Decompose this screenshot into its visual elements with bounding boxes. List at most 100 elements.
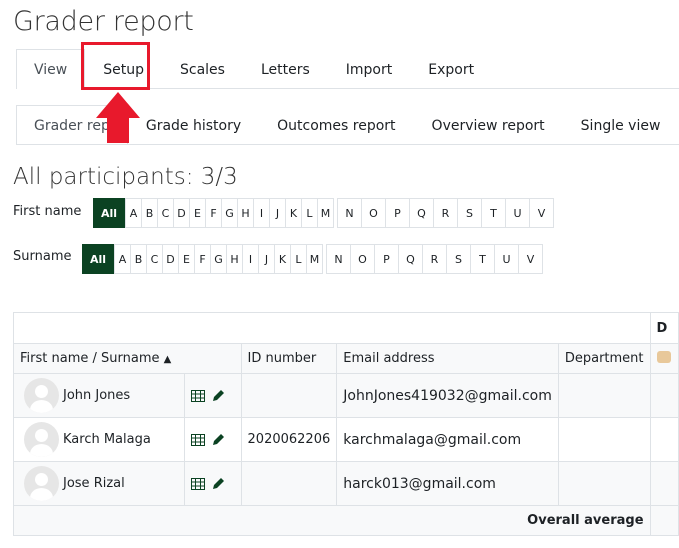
grade-cell[interactable] [649,417,679,462]
student-name-link[interactable]: Jose Rizal [63,476,125,491]
initial-o-button[interactable]: O [361,198,386,228]
initial-b-button[interactable]: B [141,198,158,228]
initial-h-button[interactable]: H [226,244,243,274]
email-cell: harck013@gmail.com [336,461,559,506]
email-cell: JohnJones419032@gmail.com [336,373,559,418]
surname-label: Surname [13,249,72,264]
grades-table-icon[interactable] [191,389,206,402]
initial-m-button[interactable]: M [317,198,334,228]
department-cell [557,373,651,418]
initial-u-button[interactable]: U [505,198,530,228]
grader-table: D First name / Surname ▲ ID number Email… [12,312,679,536]
initial-f-button[interactable]: F [205,198,222,228]
initial-k-button[interactable]: K [274,244,291,274]
department-cell [557,417,651,462]
initial-q-button[interactable]: Q [398,244,423,274]
edit-pencil-icon[interactable] [211,433,225,447]
department-cell [557,461,651,506]
tab-scales[interactable]: Scales [162,49,243,89]
initial-all-button[interactable]: All [93,198,125,228]
surname-initials-bar: All A B C D E F G H I J K L M N O P Q R S T U V [82,244,543,274]
initial-o-button[interactable]: O [350,244,375,274]
id-number-cell [240,373,338,418]
initial-i-button[interactable]: I [242,244,259,274]
highlight-box [81,42,150,90]
name-header-label: First name / Surname [20,351,160,366]
table-row: Jose Rizal harck013@gmail.com [12,461,679,506]
sort-asc-icon[interactable]: ▲ [164,354,172,365]
tab-letters[interactable]: Letters [243,49,328,89]
table-row: John Jones JohnJones419032@gmail.com [12,373,679,418]
initial-g-button[interactable]: G [210,244,227,274]
email-column-header[interactable]: Email address [336,343,559,374]
initial-e-button[interactable]: E [178,244,195,274]
initial-j-button[interactable]: J [258,244,275,274]
tab-overview-report[interactable]: Overview report [414,105,563,144]
initial-h-button[interactable]: H [237,198,254,228]
initial-s-button[interactable]: S [446,244,471,274]
overall-average-label: Overall average [13,505,651,536]
initial-s-button[interactable]: S [457,198,482,228]
table-row: Karch Malaga 2020062206 karchmalaga@gmai… [12,417,679,462]
initial-n-button[interactable]: N [326,244,351,274]
avatar[interactable] [24,378,59,413]
initial-l-button[interactable]: L [301,198,318,228]
initial-q-button[interactable]: Q [409,198,434,228]
initial-i-button[interactable]: I [253,198,270,228]
initial-k-button[interactable]: K [285,198,302,228]
initial-d-button[interactable]: D [173,198,190,228]
initial-v-button[interactable]: V [518,244,543,274]
tab-import[interactable]: Import [328,49,410,89]
tab-export[interactable]: Export [410,49,492,89]
grades-table-icon[interactable] [191,477,206,490]
department-column-header[interactable]: Department [557,343,651,374]
initial-a-button[interactable]: A [114,244,131,274]
initial-r-button[interactable]: R [422,244,447,274]
student-name-link[interactable]: Karch Malaga [63,432,151,447]
initial-t-button[interactable]: T [470,244,495,274]
email-cell: karchmalaga@gmail.com [336,417,559,462]
grade-cell[interactable] [649,461,679,506]
initial-g-button[interactable]: G [221,198,238,228]
name-column-header[interactable]: First name / Surname ▲ [13,343,242,374]
initial-d-button[interactable]: D [162,244,179,274]
tab-single-view[interactable]: Single view [563,105,679,144]
initial-m-button[interactable]: M [306,244,323,274]
initial-t-button[interactable]: T [481,198,506,228]
tab-view[interactable]: View [16,49,86,89]
hand-icon[interactable] [649,343,679,374]
first-name-label: First name [13,204,82,219]
initial-e-button[interactable]: E [189,198,206,228]
edit-pencil-icon[interactable] [211,389,225,403]
grades-table-icon[interactable] [191,433,206,446]
initial-p-button[interactable]: P [385,198,410,228]
id-number-cell: 2020062206 [240,417,338,462]
tab-grade-history[interactable]: Grade history [128,105,259,144]
student-name-link[interactable]: John Jones [63,388,130,403]
initial-a-button[interactable]: A [125,198,142,228]
participants-heading: All participants: 3/3 [13,164,238,190]
initial-r-button[interactable]: R [433,198,458,228]
initial-c-button[interactable]: C [157,198,174,228]
arrow-up-icon [96,92,140,143]
avatar[interactable] [24,466,59,501]
initial-n-button[interactable]: N [337,198,362,228]
initial-p-button[interactable]: P [374,244,399,274]
initial-l-button[interactable]: L [290,244,307,274]
first-name-initials-bar: All A B C D E F G H I J K L M N O P Q R S T U V [93,198,554,228]
initial-b-button[interactable]: B [130,244,147,274]
column-group-header: D [649,312,679,344]
initial-c-button[interactable]: C [146,244,163,274]
initial-j-button[interactable]: J [269,198,286,228]
initial-f-button[interactable]: F [194,244,211,274]
initial-v-button[interactable]: V [529,198,554,228]
grade-cell[interactable] [649,373,679,418]
edit-pencil-icon[interactable] [211,477,225,491]
tab-outcomes-report[interactable]: Outcomes report [259,105,413,144]
page-title: Grader report [13,6,194,37]
avatar[interactable] [24,422,59,457]
initial-u-button[interactable]: U [494,244,519,274]
id-number-cell [240,461,338,506]
id-column-header[interactable]: ID number [240,343,338,374]
initial-all-button[interactable]: All [82,244,114,274]
